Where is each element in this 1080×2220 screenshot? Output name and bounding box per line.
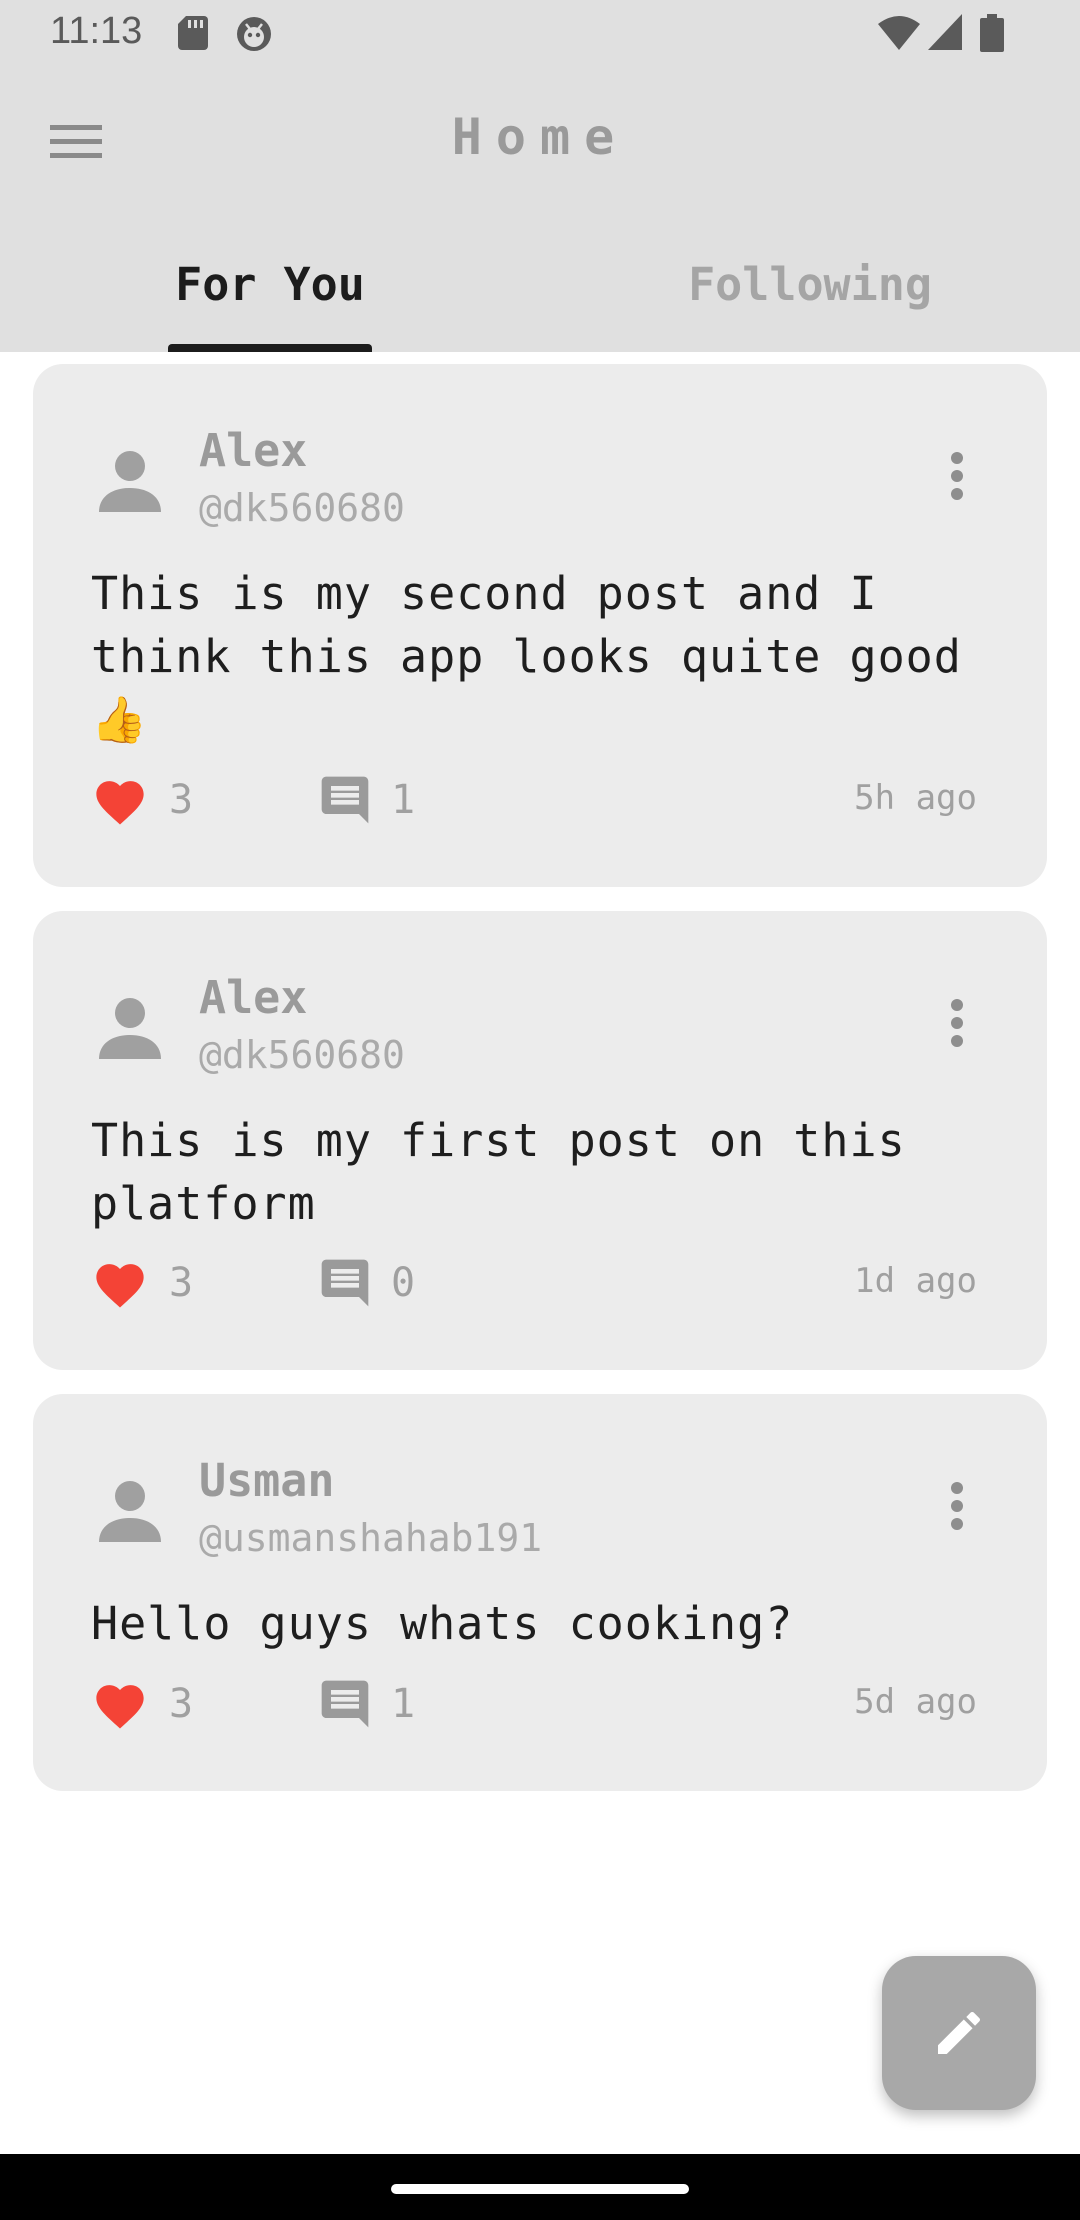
like-button[interactable]: 3 xyxy=(91,770,193,830)
post-footer: 3 1 5h ago xyxy=(91,770,1027,830)
sd-card-icon xyxy=(178,16,208,54)
person-icon xyxy=(99,1481,161,1542)
compose-post-button[interactable] xyxy=(882,1956,1036,2110)
comment-count: 1 xyxy=(391,1681,416,1727)
author-handle: @dk560680 xyxy=(199,1033,405,1077)
post-card[interactable]: Usman @usmanshahab191 Hello guys whats c… xyxy=(33,1394,1047,1791)
tab-bar: For You Following xyxy=(0,240,1080,352)
comment-button[interactable]: 1 xyxy=(317,770,415,830)
comment-icon xyxy=(321,1259,369,1307)
post-card[interactable]: Alex @dk560680 This is my second post an… xyxy=(33,364,1047,887)
page-title: Home xyxy=(451,108,629,166)
comment-button[interactable]: 0 xyxy=(317,1253,415,1313)
post-footer: 3 1 5d ago xyxy=(91,1674,1027,1734)
comment-icon xyxy=(321,1680,369,1728)
author-name[interactable]: Alex xyxy=(199,971,307,1024)
home-gesture-handle[interactable] xyxy=(391,2184,689,2194)
like-count: 3 xyxy=(169,1681,194,1727)
tab-for-you[interactable]: For You xyxy=(90,240,450,352)
more-options-button[interactable] xyxy=(927,993,987,1053)
more-options-button[interactable] xyxy=(927,446,987,506)
status-time: 11:13 xyxy=(50,10,143,52)
battery-icon xyxy=(980,14,1004,56)
tab-for-you-label: For You xyxy=(175,258,365,311)
heart-icon xyxy=(96,781,144,825)
post-body: This is my first post on this platform xyxy=(91,1114,906,1230)
post-footer: 3 0 1d ago xyxy=(91,1253,1027,1313)
like-count: 3 xyxy=(169,777,194,823)
more-vert-icon xyxy=(951,999,963,1047)
avatar xyxy=(95,1476,165,1546)
avatar xyxy=(95,993,165,1063)
more-vert-icon xyxy=(951,452,963,500)
cellular-signal-icon xyxy=(928,14,962,54)
like-button[interactable]: 3 xyxy=(91,1253,193,1313)
edit-pencil-icon xyxy=(938,2011,981,2054)
like-button[interactable]: 3 xyxy=(91,1674,193,1734)
comment-icon xyxy=(321,776,369,824)
author-handle: @dk560680 xyxy=(199,486,405,530)
person-icon xyxy=(99,451,161,512)
avatar xyxy=(95,446,165,516)
person-icon xyxy=(99,998,161,1059)
tab-following-label: Following xyxy=(688,258,932,311)
post-card[interactable]: Alex @dk560680 This is my first post on … xyxy=(33,911,1047,1370)
heart-icon xyxy=(96,1264,144,1308)
android-debug-icon xyxy=(236,16,272,56)
author-handle: @usmanshahab191 xyxy=(199,1516,543,1560)
comment-count: 1 xyxy=(391,777,416,823)
post-timestamp: 5d ago xyxy=(854,1682,977,1722)
author-name[interactable]: Usman xyxy=(199,1454,334,1507)
author-name[interactable]: Alex xyxy=(199,424,307,477)
tab-following[interactable]: Following xyxy=(630,240,990,352)
post-body: Hello guys whats cooking? xyxy=(91,1597,794,1650)
system-navigation-bar xyxy=(0,2154,1080,2220)
like-count: 3 xyxy=(169,1260,194,1306)
post-timestamp: 1d ago xyxy=(854,1261,977,1301)
post-body: This is my second post and I think this … xyxy=(91,567,962,746)
comment-button[interactable]: 1 xyxy=(317,1674,415,1734)
wifi-icon xyxy=(878,16,920,54)
heart-icon xyxy=(96,1685,144,1729)
screen: 11:13 Home For You Following Alex @dk560… xyxy=(0,0,1080,2220)
post-timestamp: 5h ago xyxy=(854,778,977,818)
status-bar: 11:13 xyxy=(0,0,1080,66)
more-vert-icon xyxy=(951,1482,963,1530)
app-bar: 11:13 Home For You Following xyxy=(0,0,1080,352)
more-options-button[interactable] xyxy=(927,1476,987,1536)
comment-count: 0 xyxy=(391,1260,416,1306)
tab-selected-indicator xyxy=(168,344,372,352)
